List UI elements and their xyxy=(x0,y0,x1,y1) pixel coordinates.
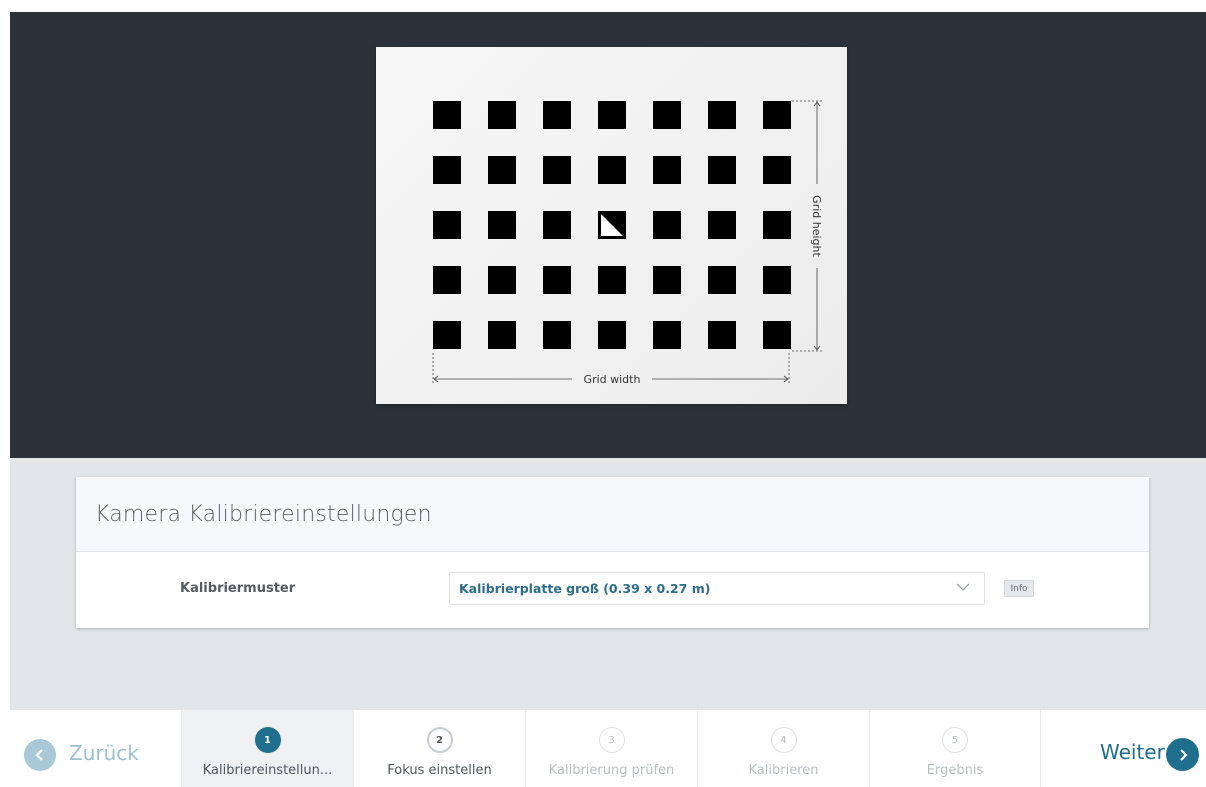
back-button-circle xyxy=(24,739,56,771)
grid-square xyxy=(763,211,791,239)
grid-square xyxy=(488,211,516,239)
settings-panel-header: Kamera Kalibriereinstellungen xyxy=(76,477,1149,552)
grid-square xyxy=(763,156,791,184)
grid-square xyxy=(543,266,571,294)
grid-square xyxy=(763,101,791,129)
info-button[interactable]: Info xyxy=(1004,580,1034,597)
grid-square xyxy=(598,321,626,349)
grid-square xyxy=(653,211,681,239)
calibration-pattern-value: Kalibrierplatte groß (0.39 x 0.27 m) xyxy=(459,581,711,596)
calibration-pattern-row: Kalibriermuster Kalibrierplatte groß (0.… xyxy=(76,552,1149,627)
grid-square xyxy=(488,266,516,294)
step-calibration-settings[interactable]: 1 Kalibriereinstellun... xyxy=(181,710,353,787)
step-number: 1 xyxy=(254,727,281,753)
chevron-right-icon xyxy=(1179,748,1188,761)
camera-calibration-settings-panel: Kamera Kalibriereinstellungen Kalibrierm… xyxy=(76,477,1149,628)
grid-square xyxy=(708,266,736,294)
grid-square xyxy=(653,101,681,129)
chevron-left-icon xyxy=(35,749,43,761)
next-button[interactable]: Weiter xyxy=(1043,710,1206,787)
grid-square xyxy=(543,211,571,239)
calibration-grid-svg: Grid height Grid width xyxy=(432,100,823,386)
next-button-label: Weiter xyxy=(1100,740,1165,764)
step-check-calibration[interactable]: 3 Kalibrierung prüfen xyxy=(525,710,697,787)
grid-square xyxy=(433,101,461,129)
grid-square xyxy=(653,266,681,294)
step-label: Fokus einstellen xyxy=(387,763,492,778)
grid-square xyxy=(433,321,461,349)
calibration-pattern-select[interactable]: Kalibrierplatte groß (0.39 x 0.27 m) xyxy=(449,572,985,605)
step-result[interactable]: 5 Ergebnis xyxy=(869,710,1041,787)
step-number: 5 xyxy=(942,727,968,753)
step-label: Kalibriereinstellun... xyxy=(202,763,333,778)
step-label: Kalibrierung prüfen xyxy=(548,763,675,778)
grid-square xyxy=(763,266,791,294)
grid-height-label: Grid height xyxy=(810,195,823,257)
step-label: Kalibrieren xyxy=(748,763,819,778)
calibration-pattern-label: Kalibriermuster xyxy=(180,581,296,596)
grid-square xyxy=(543,156,571,184)
back-button[interactable]: Zurück xyxy=(10,710,181,787)
back-button-label: Zurück xyxy=(69,741,139,765)
step-number: 4 xyxy=(770,727,797,753)
grid-square xyxy=(433,266,461,294)
step-label: Ergebnis xyxy=(926,763,984,778)
grid-square xyxy=(433,211,461,239)
settings-panel-title: Kamera Kalibriereinstellungen xyxy=(95,501,432,527)
grid-square xyxy=(433,156,461,184)
grid-square xyxy=(653,156,681,184)
grid-square xyxy=(488,321,516,349)
grid-width-label: Grid width xyxy=(584,373,641,386)
grid-square xyxy=(708,211,736,239)
grid-square xyxy=(708,101,736,129)
next-button-circle xyxy=(1166,738,1199,771)
wizard-footer: Zurück 1 Kalibriereinstellun... 2 Fokus … xyxy=(10,710,1206,787)
grid-square xyxy=(488,156,516,184)
grid-square xyxy=(543,321,571,349)
grid-square xyxy=(653,321,681,349)
grid-squares xyxy=(433,101,791,349)
grid-square xyxy=(598,266,626,294)
grid-square xyxy=(488,101,516,129)
wizard-steps: 1 Kalibriereinstellun... 2 Fokus einstel… xyxy=(181,710,1043,787)
grid-square xyxy=(598,101,626,129)
step-number: 2 xyxy=(426,727,453,753)
grid-square xyxy=(708,321,736,349)
step-number: 3 xyxy=(598,727,625,753)
grid-square xyxy=(598,156,626,184)
chevron-down-icon xyxy=(956,583,970,591)
calibration-pattern-image: Grid height Grid width xyxy=(376,47,847,404)
grid-square xyxy=(763,321,791,349)
grid-square xyxy=(543,101,571,129)
grid-square xyxy=(708,156,736,184)
step-focus[interactable]: 2 Fokus einstellen xyxy=(353,710,525,787)
step-calibrate[interactable]: 4 Kalibrieren xyxy=(697,710,869,787)
